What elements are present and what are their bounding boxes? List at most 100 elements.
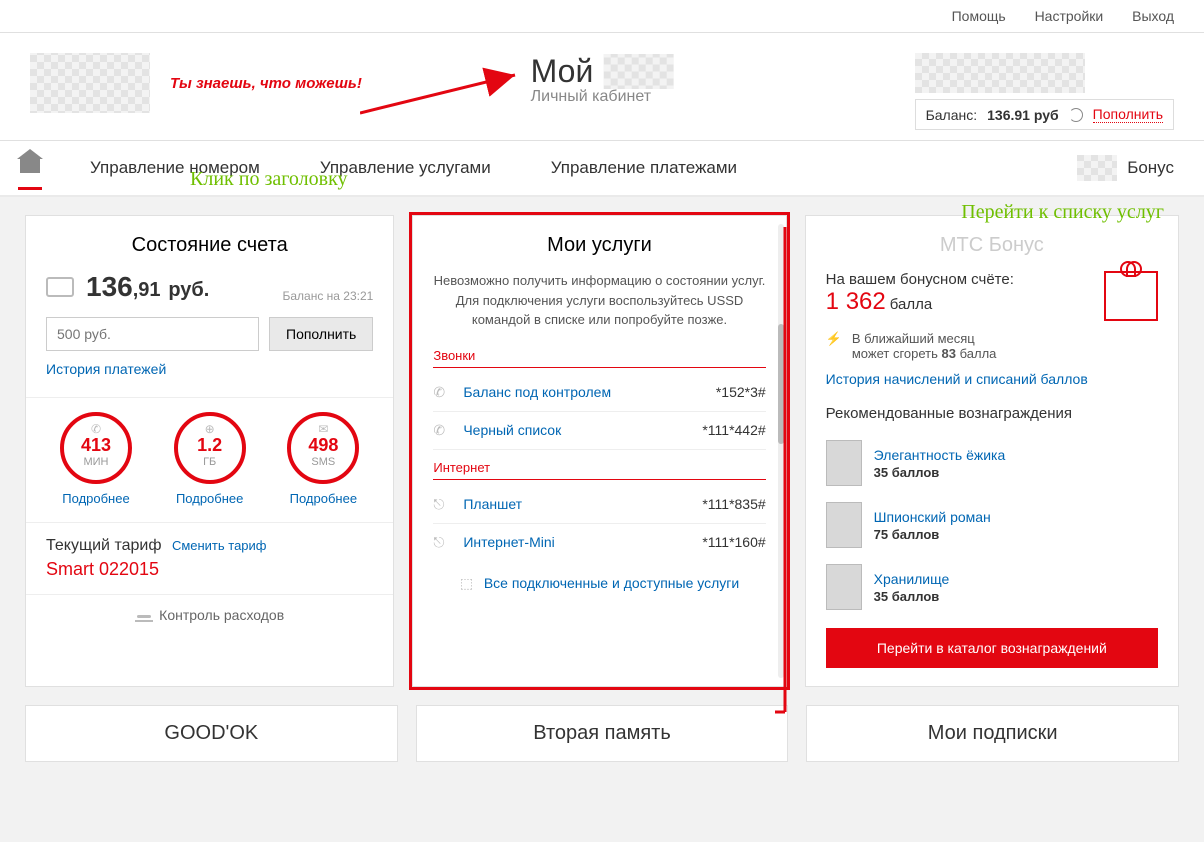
service-link[interactable]: Черный список — [463, 422, 561, 438]
reward-name[interactable]: Шпионский роман — [874, 509, 991, 525]
bonus-logo-icon — [1077, 155, 1117, 181]
services-error-msg: Невозможно получить информацию о состоян… — [433, 271, 765, 330]
category-internet: Интернет — [433, 460, 765, 480]
nav-home[interactable] — [0, 148, 60, 188]
main-nav: Управление номером Управление услугами У… — [0, 141, 1204, 197]
gift-icon — [1104, 271, 1158, 321]
reward-item[interactable]: Шпионский роман 75 баллов — [826, 494, 1158, 556]
slogan: Ты знаешь, что можешь! — [170, 75, 362, 92]
globe-icon: ⊕ — [205, 422, 215, 436]
expense-control-link[interactable]: Контроль расходов — [26, 594, 393, 635]
gauge-data-details[interactable]: Подробнее — [176, 491, 243, 506]
panel-second-memory[interactable]: Вторая память — [416, 705, 789, 762]
home-icon — [20, 159, 40, 173]
balance-currency: руб — [1034, 107, 1059, 123]
topup-amount-input[interactable] — [46, 317, 259, 351]
bonus-history-link[interactable]: История начислений и списаний баллов — [826, 371, 1088, 387]
refresh-icon[interactable] — [1069, 108, 1083, 122]
category-calls: Звонки — [433, 348, 765, 368]
gauge-minutes: ✆413МИН Подробнее — [46, 412, 146, 508]
bolt-icon: ⚡ — [826, 331, 842, 347]
all-services-link[interactable]: ⬚ Все подключенные и доступные услуги — [433, 561, 765, 597]
page-title: Мой — [531, 53, 594, 90]
wallet-icon — [46, 277, 74, 297]
bonus-points: 1 362балла — [826, 288, 1092, 316]
annotation-go-services: Перейти к списку услуг — [961, 201, 1164, 224]
service-link[interactable]: Планшет — [463, 496, 522, 512]
service-link[interactable]: Интернет-Mini — [463, 534, 554, 550]
page-subtitle: Личный кабинет — [531, 88, 674, 106]
reward-cost: 75 баллов — [874, 527, 991, 542]
nav-bonus[interactable]: Бонус — [1047, 141, 1204, 195]
reward-item[interactable]: Хранилище 35 баллов — [826, 556, 1158, 618]
reward-name[interactable]: Хранилище — [874, 571, 950, 587]
balance-asof: Баланс на 23:21 — [282, 289, 373, 303]
rewards-catalog-button[interactable]: Перейти в каталог вознаграждений — [826, 628, 1158, 668]
payments-history-link[interactable]: История платежей — [46, 361, 166, 377]
topup-button[interactable]: Пополнить — [269, 317, 373, 351]
ussd-code: *111*160# — [702, 534, 765, 550]
service-link[interactable]: Баланс под контролем — [463, 384, 611, 400]
wifi-icon: ⎋ — [433, 496, 451, 513]
mail-icon: ✉ — [318, 422, 328, 436]
service-row: ⎋ Планшет *111*835# — [433, 486, 765, 524]
ussd-code: *152*3# — [716, 384, 766, 400]
services-panel: Мои услуги Невозможно получить информаци… — [412, 215, 786, 687]
ussd-code: *111*835# — [702, 496, 765, 512]
tariff-block: Текущий тариф Сменить тариф Smart 022015 — [26, 522, 393, 594]
reward-item[interactable]: Элегантность ёжика 35 баллов — [826, 432, 1158, 494]
service-row: ✆ Баланс под контролем *152*3# — [433, 374, 765, 412]
operator-logo — [30, 53, 150, 113]
title-logo — [603, 54, 673, 89]
account-balance: 136,91 руб. — [86, 271, 209, 303]
account-panel: Состояние счета 136,91 руб. Баланс на 23… — [25, 215, 394, 687]
topup-link[interactable]: Пополнить — [1093, 106, 1163, 123]
services-icon: ⬚ — [460, 575, 476, 591]
bonus-account-label: На вашем бонусном счёте: — [826, 271, 1092, 288]
gauge-data: ⊕1.2ГБ Подробнее — [160, 412, 260, 508]
tariff-name: Smart 022015 — [46, 559, 373, 580]
gauge-minutes-details[interactable]: Подробнее — [62, 491, 129, 506]
exit-link[interactable]: Выход — [1132, 8, 1174, 24]
balance-label: Баланс: — [926, 107, 978, 123]
page-title-block: Мой Личный кабинет — [531, 53, 674, 106]
reward-cost: 35 баллов — [874, 465, 1006, 480]
reward-thumbnail — [826, 502, 862, 548]
nav-payments[interactable]: Управление платежами — [521, 144, 767, 192]
wifi-icon: ⎋ — [433, 534, 451, 551]
bonus-title: МТС Бонус — [826, 234, 1158, 257]
tariff-label: Текущий тариф — [46, 537, 161, 554]
header: Ты знаешь, что можешь! Мой Личный кабине… — [0, 33, 1204, 141]
usage-gauges: ✆413МИН Подробнее ⊕1.2ГБ Подробнее ✉498S… — [26, 397, 393, 522]
change-tariff-link[interactable]: Сменить тариф — [172, 538, 267, 553]
bonus-panel: МТС Бонус На вашем бонусном счёте: 1 362… — [805, 215, 1179, 687]
phone-icon: ✆ — [433, 422, 451, 439]
ussd-code: *111*442# — [702, 422, 765, 438]
help-link[interactable]: Помощь — [952, 8, 1006, 24]
annotation-click-title: Клик по заголовку — [190, 168, 348, 191]
coins-icon — [135, 610, 153, 622]
bonus-burn-notice: ⚡ В ближайший месяцможет сгореть 83 балл… — [826, 331, 1158, 361]
phone-icon: ✆ — [433, 384, 451, 401]
panel-subscriptions[interactable]: Мои подписки — [806, 705, 1179, 762]
reward-thumbnail — [826, 440, 862, 486]
gauge-sms: ✉498SMS Подробнее — [273, 412, 373, 508]
nav-bonus-label: Бонус — [1127, 158, 1174, 178]
service-row: ✆ Черный список *111*442# — [433, 412, 765, 450]
reward-thumbnail — [826, 564, 862, 610]
header-balance: Баланс: 136.91 руб Пополнить — [915, 99, 1174, 130]
services-title: Мои услуги — [433, 234, 765, 257]
panel-goodok[interactable]: GOOD'OK — [25, 705, 398, 762]
service-row: ⎋ Интернет-Mini *111*160# — [433, 524, 765, 561]
balance-value: 136.91 — [987, 107, 1030, 123]
reward-cost: 35 баллов — [874, 589, 950, 604]
reward-name[interactable]: Элегантность ёжика — [874, 447, 1006, 463]
settings-link[interactable]: Настройки — [1035, 8, 1104, 24]
gauge-sms-details[interactable]: Подробнее — [290, 491, 357, 506]
top-utility-bar: Помощь Настройки Выход — [0, 0, 1204, 33]
phone-number-masked — [915, 53, 1085, 93]
rewards-heading: Рекомендованные вознаграждения — [826, 405, 1158, 422]
account-title: Состояние счета — [46, 234, 373, 257]
annotation-arrow-1 — [360, 63, 530, 123]
phone-icon: ✆ — [91, 422, 101, 436]
